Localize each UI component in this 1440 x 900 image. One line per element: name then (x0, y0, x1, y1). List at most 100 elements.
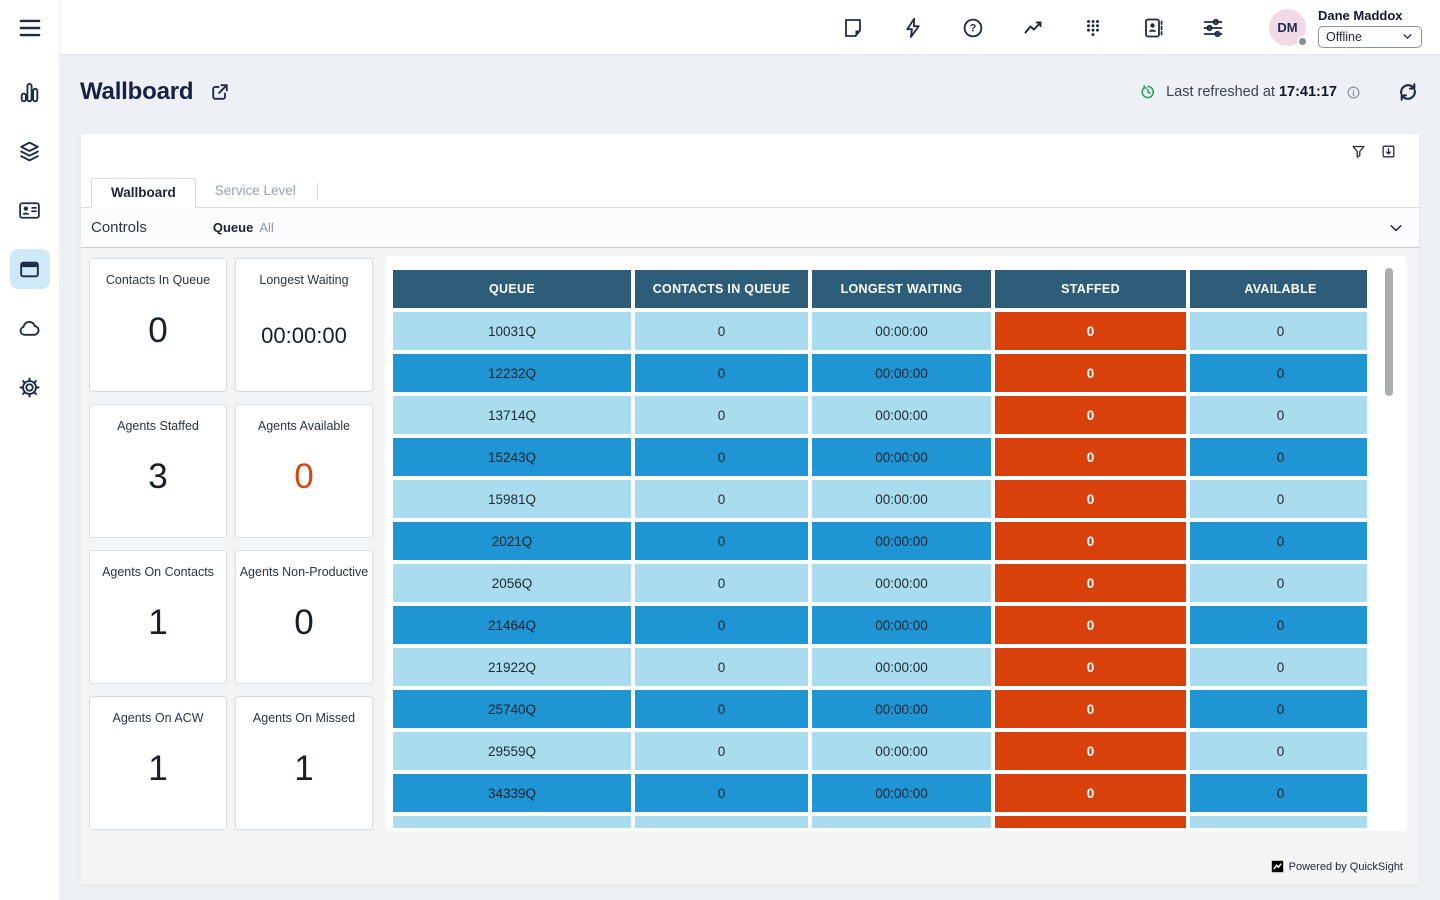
tab-wallboard[interactable]: Wallboard (91, 178, 196, 208)
table-cell: 2056Q (393, 564, 631, 602)
table-cell: 0 (635, 354, 808, 392)
agent-status-select[interactable]: Offline (1318, 26, 1422, 48)
metrics-trend-icon[interactable] (1021, 16, 1045, 40)
sidebar-item-analytics[interactable] (10, 72, 50, 112)
table-cell: 0 (1190, 690, 1367, 728)
table-cell: 0 (995, 690, 1186, 728)
sidebar-item-settings[interactable] (10, 367, 50, 407)
table-cell: 0 (635, 480, 808, 518)
quicksight-attribution: Powered by QuickSight (1271, 860, 1403, 873)
table-cell: 0 (995, 522, 1186, 560)
table-cell: 0 (1190, 648, 1367, 686)
table-cell: 00:00:00 (812, 732, 991, 770)
table-cell: 0 (1190, 354, 1367, 392)
table-cell: 00:00:00 (812, 564, 991, 602)
table-cell: 0 (1190, 396, 1367, 434)
table-scrollbar[interactable] (1385, 268, 1393, 396)
table-cell: 00:00:00 (812, 774, 991, 812)
queue-filter-value[interactable]: All (259, 220, 273, 235)
table-cell: 00:00:00 (812, 396, 991, 434)
table-cell: 0 (635, 690, 808, 728)
table-cell (635, 816, 808, 828)
table-cell: 10031Q (393, 312, 631, 350)
table-cell: 0 (1190, 480, 1367, 518)
topbar: ? DM Dane Maddox Offl (0, 0, 1440, 55)
svg-text:?: ? (970, 22, 977, 34)
last-refreshed-time: 17:41:17 (1279, 84, 1337, 100)
table-cell: 29559Q (393, 732, 631, 770)
table-cell: 0 (1190, 606, 1367, 644)
table-cell: 0 (995, 648, 1186, 686)
page-title: Wallboard (80, 78, 193, 106)
controls-collapse-chevron-icon[interactable] (1387, 219, 1405, 237)
table-cell: 0 (635, 732, 808, 770)
table-cell: 0 (1190, 438, 1367, 476)
refresh-icon[interactable] (1396, 80, 1420, 104)
avatar[interactable]: DM (1269, 9, 1306, 46)
kpi-agents-on-acw: Agents On ACW 1 (89, 696, 227, 830)
agent-status-value: Offline (1326, 30, 1362, 44)
menu-hamburger-icon[interactable] (17, 15, 43, 41)
col-header-longest-waiting: LONGEST WAITING (812, 270, 991, 308)
table-cell: 0 (995, 606, 1186, 644)
sidebar-item-contacts[interactable] (10, 190, 50, 230)
table-cell: 00:00:00 (812, 648, 991, 686)
table-cell: 0 (995, 732, 1186, 770)
table-cell: 00:00:00 (812, 480, 991, 518)
table-cell: 0 (635, 648, 808, 686)
sidebar-item-channels[interactable] (10, 131, 50, 171)
export-icon[interactable] (1380, 143, 1397, 160)
table-cell: 25740Q (393, 690, 631, 728)
last-refreshed-text: Last refreshed at 17:41:17 (1166, 84, 1337, 100)
user-chip: DM Dane Maddox Offline (1269, 8, 1422, 48)
table-cell: 0 (995, 480, 1186, 518)
wallboard-window-icon (17, 257, 42, 282)
directory-icon[interactable] (1141, 16, 1165, 40)
table-cell: 00:00:00 (812, 690, 991, 728)
notepad-icon[interactable] (841, 16, 865, 40)
queue-table: QUEUE CONTACTS IN QUEUE LONGEST WAITING … (393, 270, 1367, 828)
table-cell: 00:00:00 (812, 312, 991, 350)
table-cell: 0 (635, 396, 808, 434)
quick-connects-icon[interactable] (901, 16, 925, 40)
contact-card-icon (17, 198, 42, 223)
table-cell: 00:00:00 (812, 606, 991, 644)
info-icon[interactable] (1345, 84, 1362, 101)
table-cell: 0 (1190, 732, 1367, 770)
table-cell: 0 (995, 564, 1186, 602)
table-cell: 00:00:00 (812, 354, 991, 392)
kpi-agents-on-contacts: Agents On Contacts 1 (89, 550, 227, 684)
table-cell: 2021Q (393, 522, 631, 560)
table-cell: 12232Q (393, 354, 631, 392)
table-cell: 15981Q (393, 480, 631, 518)
avatar-initials: DM (1277, 20, 1297, 35)
settings-sliders-icon[interactable] (1201, 16, 1225, 40)
table-cell: 15243Q (393, 438, 631, 476)
tab-service-level[interactable]: Service Level (196, 177, 315, 207)
kpi-agents-staffed: Agents Staffed 3 (89, 404, 227, 538)
dialpad-icon[interactable] (1081, 16, 1105, 40)
filter-icon[interactable] (1350, 143, 1367, 160)
user-name: Dane Maddox (1318, 8, 1422, 23)
table-cell: 0 (1190, 312, 1367, 350)
cloud-icon (17, 316, 42, 341)
table-cell: 00:00:00 (812, 438, 991, 476)
queue-filter-label: Queue (213, 220, 253, 235)
dashboard-panel: Wallboard Service Level Controls Queue A… (80, 133, 1420, 885)
sidebar-item-cloud[interactable] (10, 308, 50, 348)
controls-bar: Controls Queue All (81, 208, 1419, 248)
table-cell: 0 (1190, 522, 1367, 560)
queue-table-widget: QUEUE CONTACTS IN QUEUE LONGEST WAITING … (385, 256, 1407, 831)
tabstrip: Wallboard Service Level (81, 178, 1419, 208)
sidebar-item-wallboard[interactable] (10, 249, 50, 289)
col-header-available: AVAILABLE (1190, 270, 1367, 308)
controls-label: Controls (91, 219, 147, 236)
kpi-grid: Contacts In Queue 0 Longest Waiting 00:0… (89, 258, 373, 830)
analytics-bars-icon (17, 80, 42, 105)
open-external-icon[interactable] (209, 81, 231, 103)
table-cell: 0 (635, 312, 808, 350)
page-header: Wallboard Last refreshed at 17:41:17 (80, 70, 1420, 114)
table-cell: 0 (635, 522, 808, 560)
help-icon[interactable]: ? (961, 16, 985, 40)
table-cell: 0 (1190, 774, 1367, 812)
